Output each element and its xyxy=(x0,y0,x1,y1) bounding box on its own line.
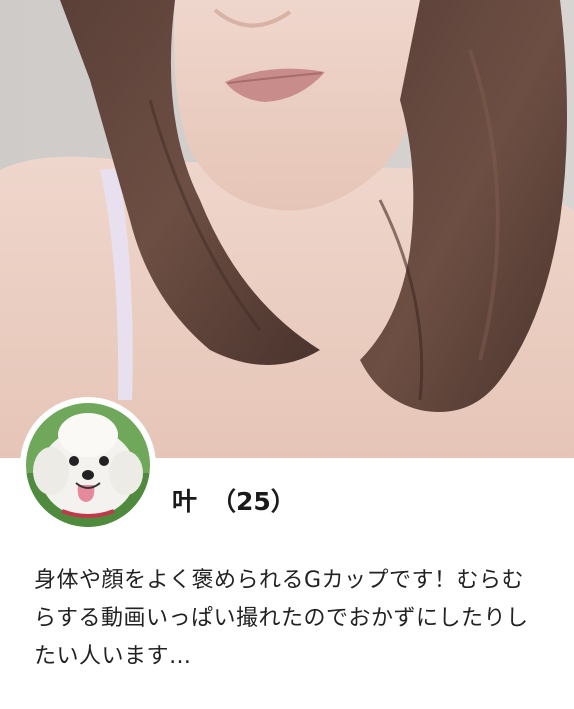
avatar-photo xyxy=(26,403,150,527)
user-age: （25） xyxy=(211,487,296,516)
user-bio: 身体や顔をよく褒められるGカップです！むらむらする動画いっぱい撮れたのでおかずに… xyxy=(34,568,529,669)
user-name: 叶 xyxy=(172,487,198,516)
avatar[interactable] xyxy=(20,397,156,533)
cover-photo xyxy=(0,0,574,458)
profile-card[interactable]: 叶 （25） 身体や顔をよく褒められるGカップです！むらむらする動画いっぱい撮れ… xyxy=(0,0,574,709)
name-row: 叶 （25） xyxy=(172,482,296,518)
